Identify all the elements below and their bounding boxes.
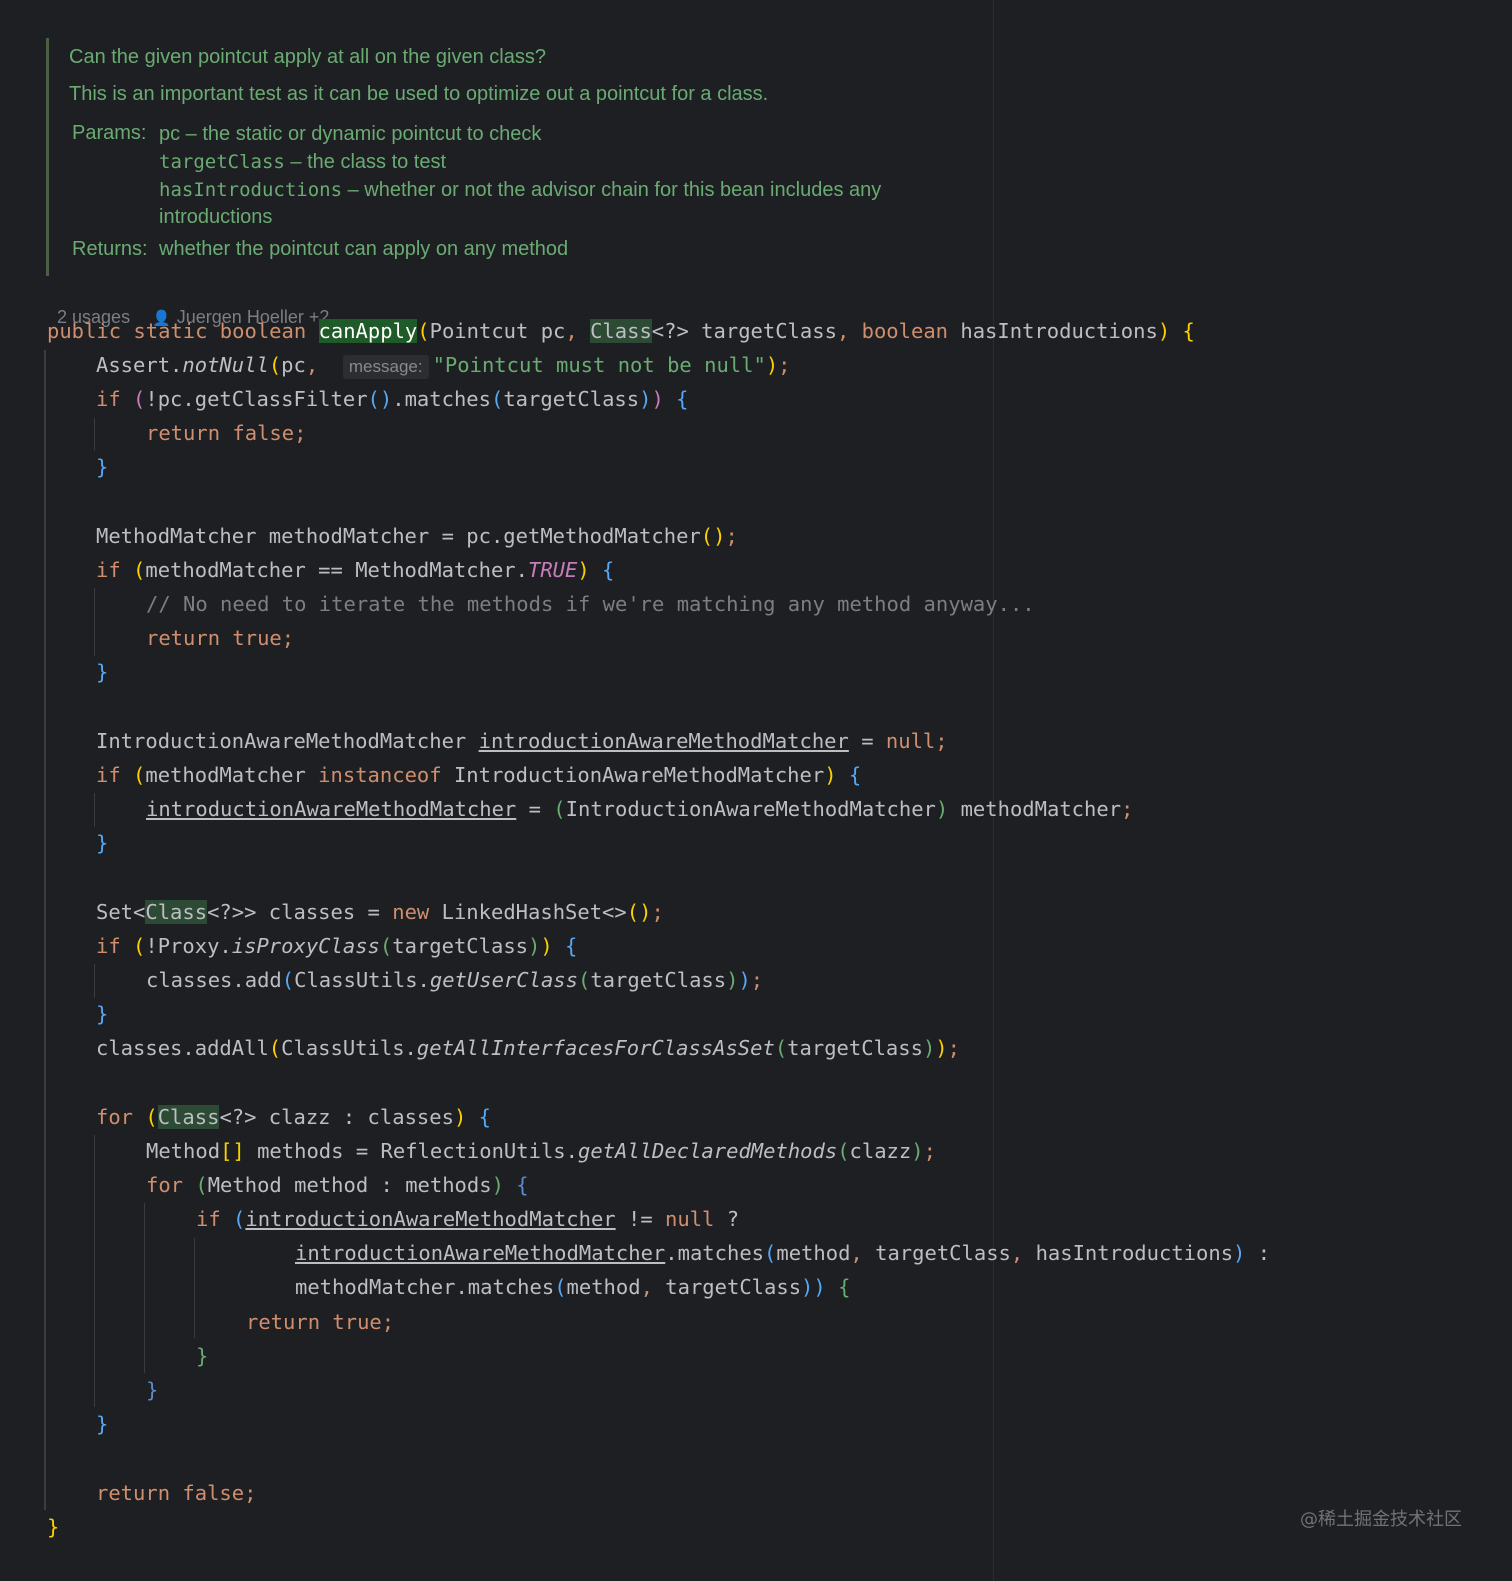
code-line-7[interactable]: if (methodMatcher == MethodMatcher.TRUE)… (96, 553, 614, 587)
code-line-20[interactable]: for (Class<?> clazz : classes) { (96, 1100, 491, 1134)
param-desc: – whether or not the advisor chain for t… (342, 179, 882, 201)
code-line-5[interactable]: } (96, 450, 108, 484)
code-line-8[interactable]: // No need to iterate the methods if we'… (146, 587, 1035, 621)
param-desc: – the static or dynamic pointcut to chec… (180, 123, 542, 145)
code-line-29[interactable]: } (96, 1407, 108, 1441)
code-line-27[interactable]: } (196, 1339, 208, 1373)
code-line-17[interactable]: classes.add(ClassUtils.getUserClass(targ… (146, 963, 763, 997)
code-line-2[interactable]: Assert.notNull(pc, message: "Pointcut mus… (96, 348, 791, 382)
code-line-22[interactable]: for (Method method : methods) { (146, 1168, 529, 1202)
code-line-25[interactable]: methodMatcher.matches(method, targetClas… (295, 1270, 850, 1304)
code-line-12[interactable]: if (methodMatcher instanceof Introductio… (96, 758, 861, 792)
param-desc: – the class to test (284, 151, 447, 173)
code-line-6[interactable]: MethodMatcher methodMatcher = pc.getMeth… (96, 519, 738, 553)
param-name: targetClass (159, 151, 285, 173)
doc-param-hasintroductions: hasIntroductions – whether or not the ad… (159, 179, 881, 202)
code-line-9[interactable]: return true; (146, 621, 294, 655)
code-line-21[interactable]: Method[] methods = ReflectionUtils.getAl… (146, 1134, 936, 1168)
indent-guide (144, 1203, 145, 1373)
code-line-18[interactable]: } (96, 997, 108, 1031)
indent-guide (94, 793, 95, 827)
code-line-30[interactable]: return false; (96, 1476, 256, 1510)
code-line-10[interactable]: } (96, 655, 108, 689)
doc-param-pc: pc – the static or dynamic pointcut to c… (159, 123, 541, 146)
doc-param-hasintroductions-cont: introductions (159, 206, 273, 228)
doc-returns-desc: whether the pointcut can apply on any me… (159, 238, 569, 260)
code-line-11[interactable]: IntroductionAwareMethodMatcher introduct… (96, 724, 948, 758)
watermark: @稀土掘金技术社区 (1300, 1509, 1462, 1530)
doc-params-label: Params: (72, 122, 147, 144)
method-scope-guide (44, 350, 46, 1510)
param-name: pc (159, 123, 181, 145)
indent-guide (94, 418, 95, 450)
code-line-15[interactable]: Set<Class<?>> classes = new LinkedHashSe… (96, 895, 664, 929)
indent-guide (94, 1135, 95, 1407)
code-line-1[interactable]: public static boolean canApply(Pointcut … (47, 314, 1195, 348)
param-name: hasIntroductions (159, 179, 343, 201)
code-line-19[interactable]: classes.addAll(ClassUtils.getAllInterfac… (96, 1031, 960, 1065)
code-line-23[interactable]: if (introductionAwareMethodMatcher != nu… (196, 1202, 739, 1236)
indent-guide (94, 964, 95, 998)
doc-returns-label: Returns: (72, 238, 148, 260)
code-line-24[interactable]: introductionAwareMethodMatcher.matches(m… (295, 1236, 1270, 1270)
code-line-31[interactable]: } (47, 1510, 59, 1544)
indent-guide (94, 588, 95, 656)
doc-param-targetclass: targetClass – the class to test (159, 151, 446, 174)
doc-summary: Can the given pointcut apply at all on t… (69, 46, 546, 68)
code-line-26[interactable]: return true; (246, 1305, 394, 1339)
code-line-14[interactable]: } (96, 826, 108, 860)
code-line-3[interactable]: if (!pc.getClassFilter().matches(targetC… (96, 382, 688, 416)
code-line-16[interactable]: if (!Proxy.isProxyClass(targetClass)) { (96, 929, 577, 963)
doc-detail: This is an important test as it can be u… (69, 83, 769, 105)
code-line-28[interactable]: } (146, 1373, 158, 1407)
parameter-inlay-hint: message: (342, 355, 429, 379)
indent-guide (194, 1238, 195, 1338)
code-line-13[interactable]: introductionAwareMethodMatcher = (Introd… (146, 792, 1133, 826)
code-line-4[interactable]: return false; (146, 416, 306, 450)
javadoc-block: Can the given pointcut apply at all on t… (46, 38, 1009, 276)
